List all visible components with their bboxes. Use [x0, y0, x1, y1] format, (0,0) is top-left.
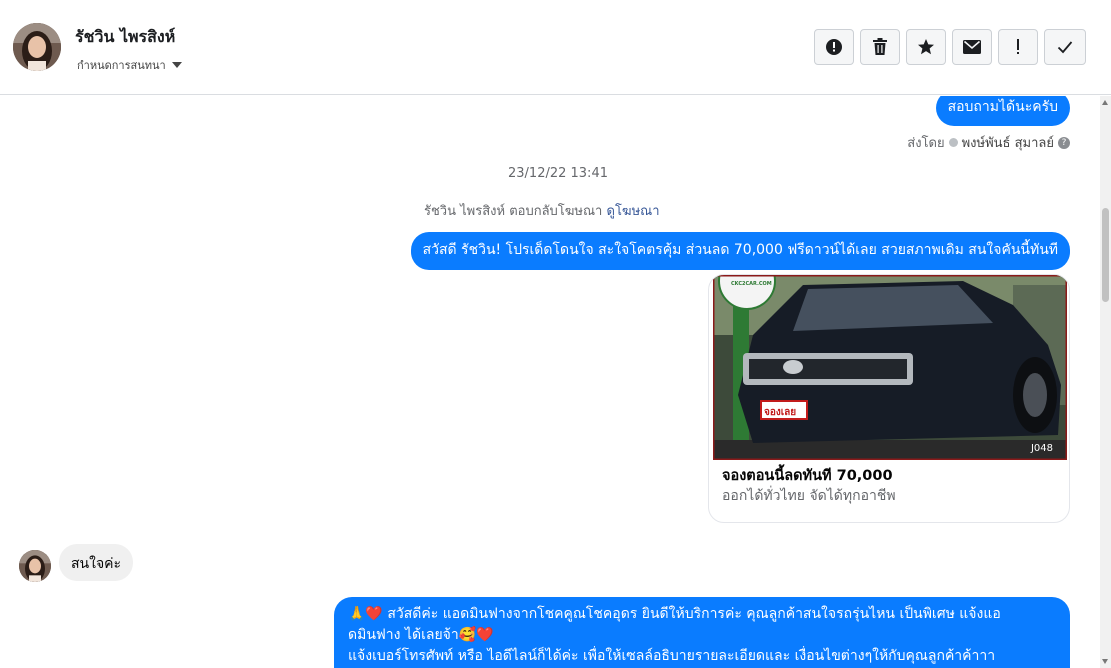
chevron-down-icon [171, 62, 182, 68]
message-text: สอบถามได้นะครับ [947, 99, 1058, 115]
ad-reply-text: รัชวิน ไพรสิงห์ ตอบกลับโฆษณา [424, 204, 603, 219]
ad-card-title: จองตอนนี้ลดทันที 70,000 [722, 468, 893, 484]
ad-card-subtitle: ออกได้ทั่วไทย จัดได้ทุกอาชีพ [722, 488, 896, 504]
scroll-thumb[interactable] [1102, 208, 1109, 302]
ad-card[interactable]: จองเลย J048 CKC2CAR.COM จองตอนนี้ลดทันที… [708, 274, 1070, 523]
alert-circle-icon [826, 39, 842, 55]
trash-icon [873, 38, 887, 55]
message-line: 🙏❤️ สวัสดีค่ะ แอดมินฟางจากโชคคูณโชคอุดร … [348, 606, 1001, 622]
conversation-toolbar [814, 29, 1086, 65]
message-text: สวัสดี รัชวิน! โปรเด็ดโดนใจ สะใจโคตรคุ้ม… [422, 242, 1058, 258]
envelope-icon [963, 40, 981, 54]
message-line: แจ้งเบอร์โทรศัพท์ หรือ ไอดีไลน์ก็ได้ค่ะ … [348, 648, 996, 664]
sent-by-line: ส่งโดย พงษ์พันธ์ สุมาลย์ ? [907, 132, 1070, 153]
outgoing-message[interactable]: สวัสดี รัชวิน! โปรเด็ดโดนใจ สะใจโคตรคุ้ม… [410, 232, 1070, 270]
view-ad-link[interactable]: ดูโฆษณา [607, 204, 660, 219]
assign-conversation-label: กำหนดการสนทนา [77, 59, 166, 72]
message-line: ดมินฟาง ได้เลยจ้า🥰❤️ [348, 627, 494, 643]
sent-by-label: ส่งโดย [907, 136, 945, 151]
incoming-message[interactable]: สนใจค่ะ [59, 544, 134, 581]
assign-conversation-dropdown[interactable]: กำหนดการสนทนา [77, 56, 182, 74]
delete-button[interactable] [860, 29, 900, 65]
message-text: สนใจค่ะ [71, 556, 122, 572]
done-button[interactable] [1044, 29, 1086, 65]
ad-image-code: J048 [1030, 443, 1053, 454]
exclamation-icon [1017, 39, 1019, 54]
ad-reply-notice: รัชวิน ไพรสิงห์ ตอบกลับโฆษณา ดูโฆษณา [424, 200, 660, 221]
ad-image-logo: CKC2CAR.COM [731, 281, 772, 287]
scroll-up-arrow-icon[interactable] [1102, 100, 1108, 105]
verified-dot-icon [948, 138, 958, 147]
outgoing-message[interactable]: 🙏❤️ สวัสดีค่ะ แอดมินฟางจากโชคคูณโชคอุดร … [334, 597, 1070, 668]
ad-image-stamp: จองเลย [764, 407, 797, 418]
report-button[interactable] [814, 29, 854, 65]
message-thread: สอบถามได้นะครับ ส่งโดย พงษ์พันธ์ สุมาลย์… [0, 96, 1100, 668]
outgoing-message[interactable]: สอบถามได้นะครับ [935, 96, 1070, 126]
sent-by-name: พงษ์พันธ์ สุมาลย์ [961, 136, 1054, 151]
contact-name: รัชวิน ไพรสิงห์ [75, 27, 176, 46]
message-timestamp: 23/12/22 13:41 [508, 166, 608, 181]
conversation-header: รัชวิน ไพรสิงห์ กำหนดการสนทนา [0, 0, 1111, 95]
contact-avatar[interactable] [13, 23, 61, 71]
checkmark-icon [1057, 41, 1073, 54]
star-button[interactable] [906, 29, 946, 65]
star-icon [918, 39, 934, 55]
chat-scrollbar[interactable] [1100, 96, 1111, 668]
ad-card-image: จองเลย J048 CKC2CAR.COM [713, 275, 1067, 460]
important-button[interactable] [998, 29, 1038, 65]
contact-avatar-small[interactable] [19, 550, 51, 582]
help-icon[interactable]: ? [1058, 136, 1070, 149]
mark-unread-button[interactable] [952, 29, 992, 65]
scroll-down-arrow-icon[interactable] [1102, 659, 1108, 664]
